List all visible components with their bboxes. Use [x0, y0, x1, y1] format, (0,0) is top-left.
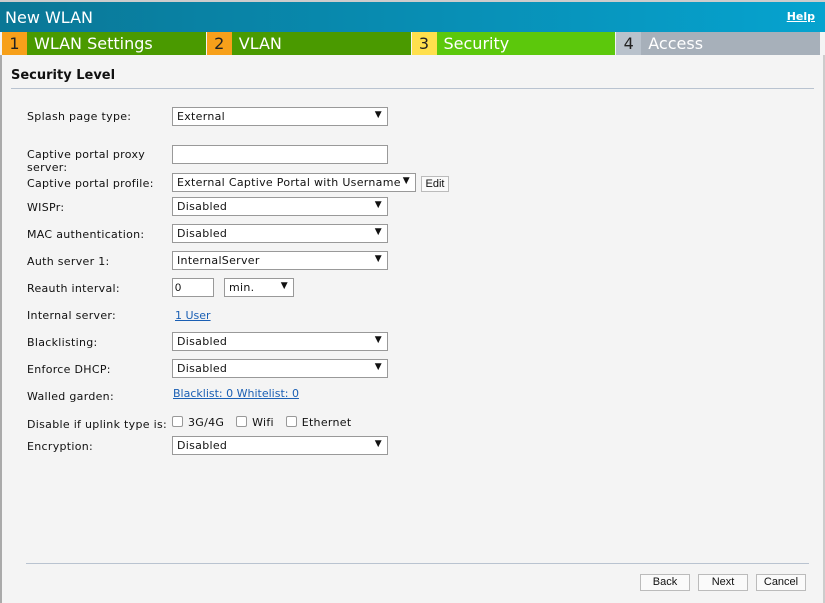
- dropdown-arrow-icon: ▼: [374, 439, 382, 449]
- step-label: Security: [443, 34, 510, 53]
- dhcp-label: Enforce DHCP:: [27, 363, 111, 376]
- checkbox-3g4g[interactable]: 3G/4G: [172, 416, 224, 429]
- reauth-interval-input[interactable]: [172, 278, 214, 297]
- select-value: External: [177, 110, 226, 123]
- cancel-button[interactable]: Cancel: [756, 574, 806, 591]
- select-value: External Captive Portal with Username: [177, 176, 401, 189]
- checkbox-ethernet[interactable]: Ethernet: [285, 416, 352, 429]
- select-value: Disabled: [177, 439, 228, 452]
- blacklisting-label: Blacklisting:: [27, 336, 98, 349]
- wizard-steps: 1 WLAN Settings 2 VLAN 3 Security 4 Access: [2, 32, 820, 55]
- auth-server-select[interactable]: InternalServer ▼: [172, 251, 388, 270]
- uplink-options: 3G/4G Wifi Ethernet: [172, 416, 351, 429]
- step-number: 3: [411, 32, 437, 55]
- checkbox-icon[interactable]: [172, 416, 183, 427]
- edit-profile-button[interactable]: Edit: [421, 176, 449, 192]
- step-number: 4: [616, 32, 642, 55]
- walled-label: Walled garden:: [27, 390, 114, 403]
- back-button[interactable]: Back: [640, 574, 690, 591]
- step-wlan-settings[interactable]: 1 WLAN Settings: [2, 32, 206, 55]
- footer-divider: [26, 563, 809, 564]
- mac-label: MAC authentication:: [27, 228, 145, 241]
- checkbox-label: Ethernet: [301, 416, 352, 429]
- encryption-select[interactable]: Disabled ▼: [172, 436, 388, 455]
- dropdown-arrow-icon: ▼: [374, 227, 382, 237]
- internal-label: Internal server:: [27, 309, 117, 322]
- select-value: Disabled: [177, 227, 228, 240]
- dropdown-arrow-icon: ▼: [374, 362, 382, 372]
- step-label: Access: [648, 34, 704, 53]
- dropdown-arrow-icon: ▼: [374, 110, 382, 120]
- help-link[interactable]: Help: [787, 10, 815, 23]
- step-number: 1: [2, 32, 27, 55]
- internal-server-users-link[interactable]: 1 User: [175, 309, 211, 322]
- dropdown-arrow-icon: ▼: [280, 281, 288, 291]
- step-vlan[interactable]: 2 VLAN: [206, 32, 411, 55]
- reauth-unit-select[interactable]: min. ▼: [224, 278, 294, 297]
- section-title: Security Level: [11, 68, 116, 83]
- select-value: min.: [229, 281, 255, 294]
- step-label: VLAN: [238, 34, 282, 53]
- profile-label: Captive portal profile:: [27, 177, 154, 190]
- step-security[interactable]: 3 Security: [411, 32, 616, 55]
- content-frame: [0, 55, 825, 603]
- dropdown-arrow-icon: ▼: [374, 200, 382, 210]
- step-access[interactable]: 4 Access: [616, 32, 820, 55]
- step-number: 2: [206, 32, 232, 55]
- title-bar: New WLAN Help: [0, 0, 825, 32]
- checkbox-wifi[interactable]: Wifi: [236, 416, 274, 429]
- wispr-label: WISPr:: [27, 201, 65, 214]
- checkbox-icon[interactable]: [236, 416, 248, 427]
- dropdown-arrow-icon: ▼: [402, 176, 410, 186]
- next-button[interactable]: Next: [698, 574, 748, 591]
- walled-garden-link[interactable]: Blacklist: 0 Whitelist: 0: [173, 387, 299, 400]
- proxy-label: Captive portal proxy server:: [27, 148, 146, 174]
- select-value: InternalServer: [177, 254, 260, 267]
- enforce-dhcp-select[interactable]: Disabled ▼: [172, 359, 388, 378]
- select-value: Disabled: [177, 335, 228, 348]
- auth-label: Auth server 1:: [27, 255, 110, 268]
- blacklisting-select[interactable]: Disabled ▼: [172, 332, 388, 351]
- mac-authentication-select[interactable]: Disabled ▼: [172, 224, 388, 243]
- reauth-label: Reauth interval:: [27, 282, 120, 295]
- encryption-label: Encryption:: [27, 440, 94, 453]
- checkbox-label: 3G/4G: [188, 416, 225, 429]
- proxy-server-input[interactable]: [172, 145, 388, 164]
- select-value: Disabled: [177, 200, 228, 213]
- checkbox-label: Wifi: [252, 416, 274, 429]
- wispr-select[interactable]: Disabled ▼: [172, 197, 388, 216]
- step-label: WLAN Settings: [34, 34, 153, 53]
- splash-label: Splash page type:: [27, 110, 132, 123]
- splash-page-type-select[interactable]: External ▼: [172, 107, 388, 126]
- dropdown-arrow-icon: ▼: [374, 254, 382, 264]
- divider: [11, 88, 814, 89]
- uplink-label: Disable if uplink type is:: [27, 418, 167, 431]
- select-value: Disabled: [177, 362, 228, 375]
- captive-portal-profile-select[interactable]: External Captive Portal with Username ▼: [172, 173, 416, 192]
- window-title: New WLAN: [5, 8, 93, 27]
- dropdown-arrow-icon: ▼: [374, 335, 382, 345]
- checkbox-icon[interactable]: [285, 416, 297, 427]
